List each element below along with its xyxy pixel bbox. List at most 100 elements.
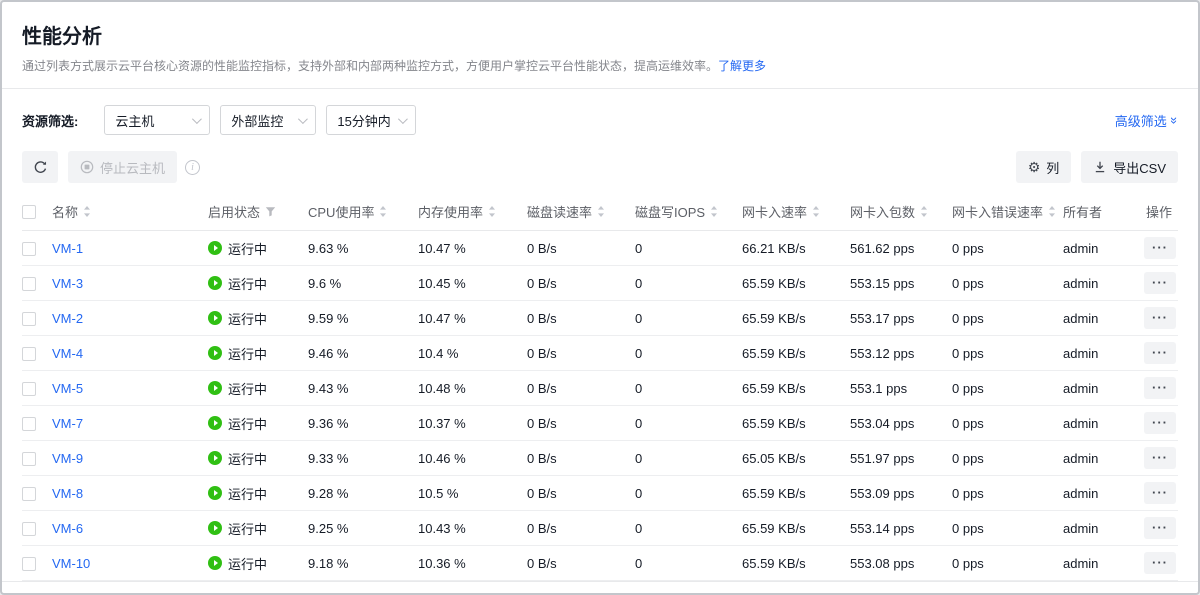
net-in-rate-cell: 65.59 KB/s xyxy=(742,546,850,581)
select-all-checkbox[interactable] xyxy=(22,205,36,219)
monitor-mode-select[interactable]: 外部监控 xyxy=(220,105,316,135)
info-icon[interactable]: i xyxy=(185,160,200,175)
table-row: VM-6运行中9.25 %10.43 %0 B/s065.59 KB/s553.… xyxy=(22,511,1178,546)
columns-button[interactable]: ⚙ 列 xyxy=(1016,151,1072,183)
column-header-8[interactable]: 网卡入包数 xyxy=(850,193,952,231)
disk-read-rate-cell: 0 B/s xyxy=(527,336,635,371)
vm-name-link[interactable]: VM-3 xyxy=(52,276,83,291)
column-label: 网卡入包数 xyxy=(850,202,915,221)
stop-vm-button[interactable]: 停止云主机 xyxy=(68,151,177,183)
row-checkbox[interactable] xyxy=(22,452,36,466)
disk-read-rate-cell: 0 B/s xyxy=(527,511,635,546)
net-in-rate-cell: 65.59 KB/s xyxy=(742,301,850,336)
net-in-pps-cell: 553.12 pps xyxy=(850,336,952,371)
running-status-icon xyxy=(208,241,222,255)
table-row: VM-4运行中9.46 %10.4 %0 B/s065.59 KB/s553.1… xyxy=(22,336,1178,371)
row-actions-button[interactable]: ··· xyxy=(1144,447,1176,469)
running-status-icon xyxy=(208,276,222,290)
column-header-3[interactable]: CPU使用率 xyxy=(308,193,418,231)
chevron-down-icon xyxy=(298,114,308,124)
column-header-1[interactable]: 名称 xyxy=(52,193,208,231)
vm-name-link[interactable]: VM-9 xyxy=(52,451,83,466)
column-header-cell: 内存使用率 xyxy=(418,202,515,221)
owner-cell: admin xyxy=(1063,476,1137,511)
disk-read-rate-cell: 0 B/s xyxy=(527,371,635,406)
row-checkbox[interactable] xyxy=(22,417,36,431)
vm-name-link[interactable]: VM-6 xyxy=(52,521,83,536)
row-checkbox[interactable] xyxy=(22,242,36,256)
net-in-error-rate-cell: 0 pps xyxy=(952,371,1063,406)
table-header-row: 名称 启用状态 CPU使用率内存使用率磁盘读速率磁盘写IOPS网卡入速率网卡入包数 网… xyxy=(22,193,1178,231)
status-label: 运行中 xyxy=(228,344,267,363)
row-actions-button[interactable]: ··· xyxy=(1144,377,1176,399)
row-checkbox-cell xyxy=(22,476,52,511)
status-cell: 运行中 xyxy=(208,231,308,266)
vm-name-link[interactable]: VM-5 xyxy=(52,381,83,396)
table-row: VM-10运行中9.18 %10.36 %0 B/s065.59 KB/s553… xyxy=(22,546,1178,581)
status-cell: 运行中 xyxy=(208,336,308,371)
row-checkbox[interactable] xyxy=(22,522,36,536)
vm-name-link[interactable]: VM-10 xyxy=(52,556,90,571)
row-checkbox[interactable] xyxy=(22,487,36,501)
row-checkbox-cell xyxy=(22,301,52,336)
row-checkbox[interactable] xyxy=(22,277,36,291)
disk-write-iops-cell: 0 xyxy=(635,546,742,581)
row-checkbox[interactable] xyxy=(22,312,36,326)
column-header-9[interactable]: 网卡入错误速率 xyxy=(952,193,1063,231)
row-actions-button[interactable]: ··· xyxy=(1144,552,1176,574)
net-in-pps-cell: 553.08 pps xyxy=(850,546,952,581)
row-actions-button[interactable]: ··· xyxy=(1144,412,1176,434)
memory-usage-cell: 10.5 % xyxy=(418,476,527,511)
vm-name-link[interactable]: VM-1 xyxy=(52,241,83,256)
time-range-select[interactable]: 15分钟内 xyxy=(326,105,416,135)
column-header-7[interactable]: 网卡入速率 xyxy=(742,193,850,231)
column-header-6[interactable]: 磁盘写IOPS xyxy=(635,193,742,231)
vm-name-link[interactable]: VM-4 xyxy=(52,346,83,361)
column-label: 名称 xyxy=(52,202,78,221)
row-actions-button[interactable]: ··· xyxy=(1144,482,1176,504)
row-checkbox[interactable] xyxy=(22,382,36,396)
page-subtitle-text: 通过列表方式展示云平台核心资源的性能监控指标，支持外部和内部两种监控方式，方便用… xyxy=(22,59,718,73)
disk-write-iops-cell: 0 xyxy=(635,231,742,266)
learn-more-link[interactable]: 了解更多 xyxy=(718,59,766,73)
column-label: 启用状态 xyxy=(208,202,260,221)
disk-write-iops-cell: 0 xyxy=(635,336,742,371)
column-header-10: 所有者 xyxy=(1063,193,1137,231)
net-in-error-rate-cell: 0 pps xyxy=(952,406,1063,441)
resource-type-select[interactable]: 云主机 xyxy=(104,105,210,135)
row-actions-button[interactable]: ··· xyxy=(1144,307,1176,329)
net-in-pps-cell: 553.14 pps xyxy=(850,511,952,546)
row-actions-button[interactable]: ··· xyxy=(1144,237,1176,259)
disk-write-iops-cell: 0 xyxy=(635,406,742,441)
status-cell: 运行中 xyxy=(208,476,308,511)
net-in-rate-cell: 65.59 KB/s xyxy=(742,476,850,511)
cpu-usage-cell: 9.33 % xyxy=(308,441,418,476)
memory-usage-cell: 10.45 % xyxy=(418,266,527,301)
owner-cell: admin xyxy=(1063,406,1137,441)
row-actions-button[interactable]: ··· xyxy=(1144,272,1176,294)
vm-name-link[interactable]: VM-2 xyxy=(52,311,83,326)
row-checkbox-cell xyxy=(22,441,52,476)
row-checkbox[interactable] xyxy=(22,347,36,361)
running-status-icon xyxy=(208,381,222,395)
net-in-rate-cell: 65.59 KB/s xyxy=(742,511,850,546)
advanced-filter-link[interactable]: 高级筛选 » xyxy=(1115,111,1178,130)
monitor-mode-value: 外部监控 xyxy=(231,111,283,130)
row-checkbox[interactable] xyxy=(22,557,36,571)
row-actions-button[interactable]: ··· xyxy=(1144,517,1176,539)
row-checkbox-cell xyxy=(22,231,52,266)
row-actions-button[interactable]: ··· xyxy=(1144,342,1176,364)
column-header-4[interactable]: 内存使用率 xyxy=(418,193,527,231)
vm-name-link[interactable]: VM-7 xyxy=(52,416,83,431)
column-header-2[interactable]: 启用状态 xyxy=(208,193,308,231)
vm-name-cell: VM-1 xyxy=(52,231,208,266)
status-label: 运行中 xyxy=(228,484,267,503)
page-header: 性能分析 通过列表方式展示云平台核心资源的性能监控指标，支持外部和内部两种监控方… xyxy=(2,2,1198,89)
vm-name-link[interactable]: VM-8 xyxy=(52,486,83,501)
refresh-button[interactable] xyxy=(22,151,58,183)
net-in-error-rate-cell: 0 pps xyxy=(952,546,1063,581)
actions-cell: ··· xyxy=(1137,301,1178,336)
column-header-5[interactable]: 磁盘读速率 xyxy=(527,193,635,231)
sort-icon xyxy=(1048,205,1056,218)
export-csv-button[interactable]: 导出CSV xyxy=(1081,151,1178,183)
